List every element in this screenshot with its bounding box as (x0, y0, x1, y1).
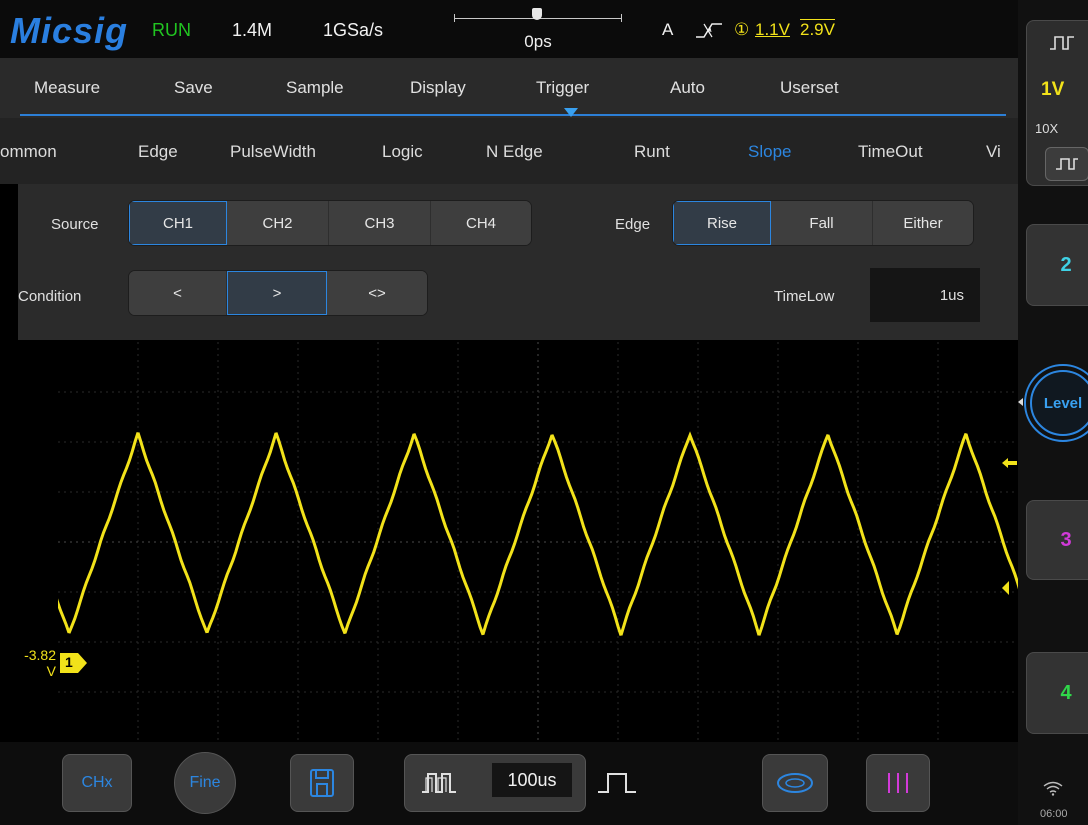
sample-rate: 1GSa/s (323, 20, 384, 40)
condition-outside-button[interactable]: <> (327, 271, 427, 315)
save-button[interactable] (290, 754, 354, 812)
brand-logo: Micsig (10, 10, 129, 51)
trigger-type-pulsewidth[interactable]: PulseWidth (230, 142, 316, 162)
trigger-type-tabs: ommon Edge PulseWidth Logic N Edge Runt … (0, 118, 1018, 184)
timebase-value[interactable]: 100us (492, 763, 572, 797)
active-tab-caret-icon (564, 108, 578, 117)
tab-trigger[interactable]: Trigger (536, 78, 589, 98)
condition-selector: < > <> (128, 270, 428, 316)
trigger-level-low-arrow-icon[interactable] (1000, 576, 1018, 600)
channel2-button[interactable]: 2 (1026, 224, 1088, 306)
trigger-type-logic[interactable]: Logic (382, 142, 423, 162)
memory-depth: 1.4M (232, 20, 273, 40)
pulse-icon (1056, 158, 1078, 170)
channel1-card[interactable]: 1V 10X (1026, 20, 1088, 186)
timebase-increase-icon[interactable] (596, 770, 640, 801)
trigger-type-n-edge[interactable]: N Edge (486, 142, 543, 162)
condition-less-button[interactable]: < (129, 271, 227, 315)
fine-button[interactable]: Fine (174, 752, 236, 814)
trigger-type-edge[interactable]: Edge (138, 142, 178, 162)
source-ch1-button[interactable]: CH1 (129, 201, 227, 245)
channel1-marker[interactable]: 1 (60, 653, 88, 673)
trigger-level-low: 1.1V (755, 20, 790, 39)
wifi-icon (1042, 780, 1064, 801)
timebase-decrease-icon[interactable] (420, 770, 464, 801)
trigger-type-runt[interactable]: Runt (634, 142, 670, 162)
edge-label: Edge (615, 216, 651, 233)
cursor-icon (888, 773, 908, 793)
timelow-input[interactable]: 1us (870, 268, 980, 322)
level-button[interactable]: Level (1030, 370, 1088, 436)
zoom-icon (777, 773, 813, 793)
save-icon (310, 769, 334, 797)
edge-selector: Rise Fall Either (672, 200, 974, 246)
trigger-type-slope[interactable]: Slope (748, 142, 791, 162)
trigger-channel: ① (734, 20, 750, 39)
source-ch4-button[interactable]: CH4 (431, 201, 531, 245)
system-clock: 06:00 (1040, 808, 1068, 820)
source-label: Source (51, 216, 99, 233)
tab-auto[interactable]: Auto (670, 78, 705, 98)
slope-trigger-icon (694, 20, 724, 45)
trigger-type-timeout[interactable]: TimeOut (858, 142, 923, 162)
channel3-button[interactable]: 3 (1026, 500, 1088, 580)
tab-underline (20, 114, 1006, 116)
trigger-mode: A (662, 20, 674, 39)
trigger-type-common[interactable]: ommon (0, 142, 57, 162)
channel1-offset-value: -3.82 (24, 647, 56, 663)
zoom-button[interactable] (762, 754, 828, 812)
channel1-coupling-icon (1049, 35, 1075, 56)
condition-greater-button[interactable]: > (227, 271, 327, 315)
source-ch2-button[interactable]: CH2 (227, 201, 329, 245)
tab-save[interactable]: Save (174, 78, 213, 98)
channel1-volts-div: 1V (1041, 79, 1065, 100)
condition-label: Condition (18, 288, 82, 305)
source-ch3-button[interactable]: CH3 (329, 201, 431, 245)
timebase-right-tick (621, 14, 622, 22)
chx-button[interactable]: CHx (62, 754, 132, 812)
edge-rise-button[interactable]: Rise (673, 201, 771, 245)
timebase-left-tick (454, 14, 455, 22)
cursor-button[interactable] (866, 754, 930, 812)
waveform-canvas (0, 342, 1088, 742)
waveform-display[interactable] (0, 342, 1088, 742)
channel1-settings-button[interactable] (1045, 147, 1088, 181)
slope-trigger-settings: Source CH1 CH2 CH3 CH4 Edge Rise Fall Ei… (18, 184, 1018, 340)
trigger-marker-icon (532, 8, 542, 20)
trigger-type-video[interactable]: Vi (986, 142, 1001, 162)
tab-userset[interactable]: Userset (780, 78, 839, 98)
source-selector: CH1 CH2 CH3 CH4 (128, 200, 532, 246)
tab-measure[interactable]: Measure (34, 78, 100, 98)
timelow-label: TimeLow (774, 288, 835, 305)
trigger-level-arrow-icon[interactable] (1000, 456, 1018, 470)
tab-sample[interactable]: Sample (286, 78, 344, 98)
tab-display[interactable]: Display (410, 78, 466, 98)
trigger-position-indicator[interactable]: 0ps (448, 8, 628, 52)
channel1-offset: -3.82 V (0, 647, 56, 679)
edge-either-button[interactable]: Either (873, 201, 973, 245)
main-menu: Measure Save Sample Display Trigger Auto… (0, 58, 1018, 118)
level-pointer-icon (1018, 398, 1023, 406)
trigger-position-value: 0ps (524, 32, 552, 51)
trigger-level-high: 2.9V (800, 20, 835, 39)
channel4-button[interactable]: 4 (1026, 652, 1088, 734)
edge-fall-button[interactable]: Fall (771, 201, 873, 245)
channel1-marker-label: 1 (65, 654, 73, 670)
channel1-probe: 10X (1035, 121, 1059, 136)
channel1-offset-unit: V (46, 663, 56, 679)
run-state[interactable]: RUN (152, 20, 191, 41)
status-bar: Micsig RUN 1.4M 1GSa/s 0ps A ① 1.1V 2.9V (0, 0, 1018, 58)
